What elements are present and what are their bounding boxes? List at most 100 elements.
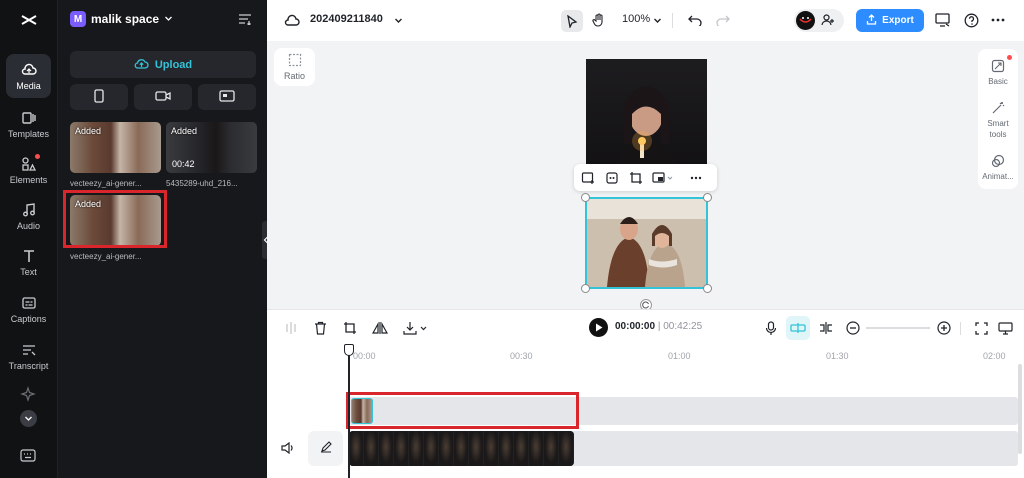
top-bar: 202409211840 100% Export	[267, 0, 1024, 41]
animation-tab[interactable]: Animat...	[978, 154, 1018, 181]
screen-record-button[interactable]	[198, 84, 256, 110]
avatar	[796, 11, 815, 30]
zoom-slider[interactable]	[866, 327, 930, 329]
basic-tab[interactable]: Basic	[978, 55, 1018, 86]
cloud-upload-icon	[134, 57, 149, 73]
upload-label: Upload	[154, 58, 193, 71]
cloud-media-icon	[21, 62, 37, 78]
ruler-tick-label: 02:00	[983, 351, 1006, 361]
download-icon[interactable]	[401, 318, 431, 338]
workspace-avatar[interactable]: M	[70, 11, 86, 27]
export-label: Export	[882, 15, 914, 26]
properties-panel: Basic Smart tools Animat...	[978, 49, 1018, 189]
media-item[interactable]: Added vecteezy_ai-gener...	[70, 122, 161, 188]
preview-mode-icon[interactable]	[995, 318, 1015, 338]
collaborators[interactable]	[794, 9, 844, 32]
delete-icon[interactable]	[310, 318, 330, 338]
speaker-icon[interactable]	[278, 438, 298, 458]
more-tools-chevron-down-icon[interactable]	[20, 410, 37, 427]
chevron-down-icon[interactable]	[164, 14, 173, 26]
scrollbar[interactable]	[1018, 364, 1022, 454]
hand-pan-icon[interactable]	[589, 10, 609, 30]
rail-item-transcript[interactable]: Transcript	[0, 334, 57, 378]
resize-handle[interactable]	[581, 284, 590, 293]
rail-label: Audio	[16, 220, 41, 231]
notification-dot	[1007, 55, 1012, 60]
split-icon[interactable]	[281, 318, 301, 338]
timecode: 00:00:00 | 00:42:25	[615, 321, 702, 332]
canvas-stage: Ratio Basic Smart tools Animat...	[267, 41, 1024, 311]
capcut-logo[interactable]	[19, 10, 39, 30]
crop-icon[interactable]	[340, 318, 360, 338]
notification-dot	[35, 154, 40, 159]
resize-handle[interactable]	[703, 284, 712, 293]
record-video-button[interactable]	[134, 84, 192, 110]
media-caption: vecteezy_ai-gener...	[70, 252, 142, 261]
resize-handle[interactable]	[703, 193, 712, 202]
workspace-name[interactable]: malik space	[91, 12, 159, 26]
zoom-out-icon[interactable]	[843, 318, 863, 338]
undo-icon[interactable]	[685, 10, 705, 30]
animation-label: Animat...	[982, 172, 1014, 181]
rail-label: Captions	[10, 313, 47, 324]
auto-snap-icon[interactable]	[786, 316, 810, 340]
redo-icon[interactable]	[713, 10, 733, 30]
phone-source-button[interactable]	[70, 84, 128, 110]
media-caption: 5435289-uhd_216...	[166, 179, 238, 188]
resize-handle[interactable]	[581, 193, 590, 202]
cloud-save-icon[interactable]	[282, 10, 302, 30]
chevron-down-icon[interactable]	[388, 10, 408, 30]
help-icon[interactable]	[961, 10, 981, 30]
fullscreen-icon[interactable]	[971, 318, 991, 338]
ai-tools-icon[interactable]	[602, 168, 622, 188]
rail-item-templates[interactable]: Templates	[0, 102, 57, 146]
added-badge: Added	[75, 126, 102, 136]
transcript-icon	[21, 342, 37, 358]
keyboard-icon[interactable]	[20, 449, 36, 465]
replace-image-icon[interactable]	[578, 168, 598, 188]
split-clip-icon[interactable]	[816, 318, 836, 338]
ruler-tick-label: 01:00	[668, 351, 691, 361]
monitor-icon[interactable]	[933, 10, 953, 30]
left-rail: Media Templates Elements Audio Text Capt…	[0, 0, 57, 478]
basic-icon	[991, 59, 1005, 75]
upload-button[interactable]: Upload	[70, 51, 256, 78]
more-options-icon[interactable]	[988, 10, 1008, 30]
video-clip[interactable]	[349, 431, 574, 466]
rail-item-captions[interactable]: Captions	[0, 287, 57, 331]
ratio-button[interactable]: Ratio	[274, 48, 315, 86]
export-button[interactable]: Export	[856, 9, 924, 32]
basic-label: Basic	[988, 77, 1008, 86]
divider	[672, 13, 673, 28]
playhead[interactable]	[348, 344, 350, 478]
zoom-level[interactable]: 100%	[622, 13, 650, 25]
playhead-handle[interactable]	[344, 344, 354, 356]
select-pointer-icon[interactable]	[561, 10, 583, 32]
rail-item-audio[interactable]: Audio	[0, 194, 57, 238]
picture-in-picture-icon[interactable]	[650, 168, 676, 188]
microphone-icon[interactable]	[761, 318, 781, 338]
phone-icon	[94, 88, 104, 106]
play-button[interactable]	[589, 318, 608, 337]
sparkle-icon[interactable]	[20, 386, 36, 405]
video-preview[interactable]	[586, 59, 707, 179]
crop-icon[interactable]	[626, 168, 646, 188]
sort-filter-icon[interactable]	[238, 13, 252, 28]
selected-image-element[interactable]	[581, 193, 712, 293]
media-caption: vecteezy_ai-gener...	[70, 179, 142, 188]
divider	[960, 322, 961, 335]
rail-item-media[interactable]: Media	[6, 54, 51, 98]
smart-tools-tab[interactable]: Smart tools	[978, 101, 1018, 139]
rail-label: Templates	[7, 128, 50, 139]
smart-tools-label-line1: Smart	[987, 119, 1009, 128]
media-item[interactable]: Added 00:42 5435289-uhd_216...	[166, 122, 257, 188]
edit-cover-button[interactable]	[308, 431, 343, 466]
media-duration: 00:42	[172, 159, 195, 169]
rail-item-text[interactable]: Text	[0, 240, 57, 284]
rail-item-elements[interactable]: Elements	[0, 148, 57, 192]
more-options-icon[interactable]	[686, 168, 706, 188]
zoom-in-icon[interactable]	[934, 318, 954, 338]
flip-icon[interactable]	[370, 318, 390, 338]
chevron-down-icon[interactable]	[647, 10, 667, 30]
project-title[interactable]: 202409211840	[310, 13, 383, 25]
